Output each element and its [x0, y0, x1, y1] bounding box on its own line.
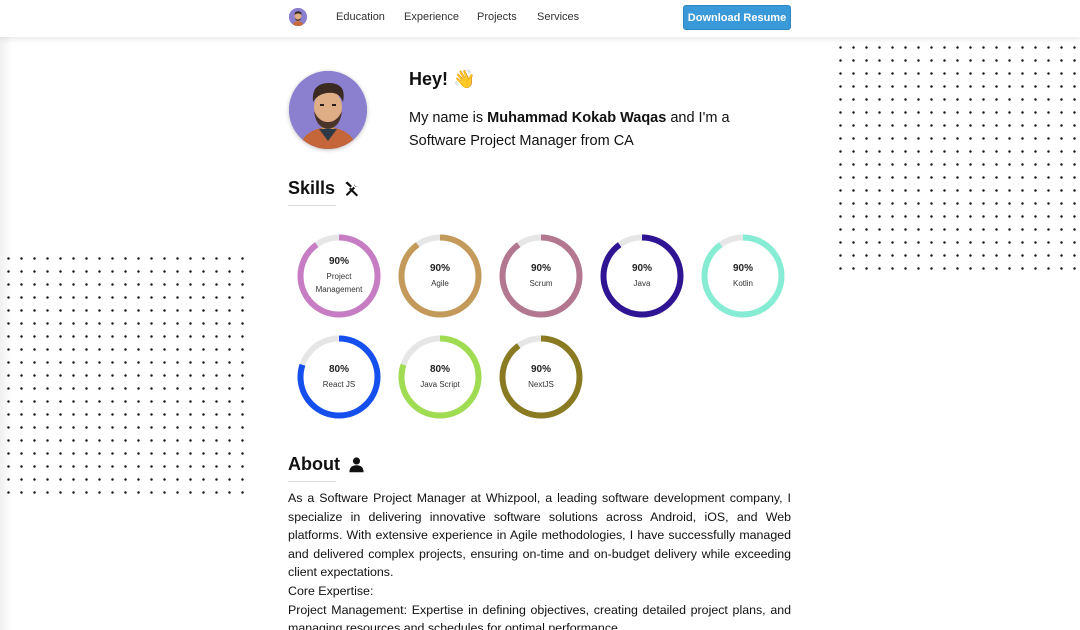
skill-label: Kotlin [732, 279, 753, 288]
skill-ring: 90% Scrum [498, 233, 584, 319]
skill-progress-ring [499, 335, 583, 419]
nav-link-projects[interactable]: Projects [477, 11, 517, 23]
skill-percent: 90% [631, 263, 652, 274]
skill-progress-ring [297, 335, 381, 419]
profile-avatar-icon [289, 71, 367, 149]
about-body: As a Software Project Manager at Whizpoo… [288, 489, 791, 630]
nav-avatar[interactable] [289, 8, 307, 26]
skill-ring: 80% Java Script [397, 334, 483, 420]
skill-percent: 80% [328, 364, 349, 375]
intro-name: Muhammad Kokab Waqas [487, 110, 667, 126]
skill-ring: 80% React JS [296, 334, 382, 420]
tools-icon [345, 181, 359, 196]
skill-progress-ring [600, 234, 684, 318]
intro-prefix: My name is [409, 110, 488, 126]
skill-progress-ring [701, 234, 785, 318]
skills-heading: Skills [288, 178, 361, 199]
skills-title: Skills [288, 178, 336, 198]
skill-progress-ring [499, 234, 583, 318]
skill-ring: 90% Kotlin [700, 233, 786, 319]
decorative-dot-grid-right [830, 0, 1080, 272]
skill-progress-ring [398, 234, 482, 318]
skill-percent: 90% [530, 263, 551, 274]
nav-link-experience[interactable]: Experience [404, 11, 459, 23]
skill-ring: 90% Agile [397, 233, 483, 319]
about-paragraph: As a Software Project Manager at Whizpoo… [288, 491, 791, 580]
skill-percent: 90% [429, 263, 450, 274]
skill-percent: 80% [429, 364, 450, 375]
skills-underline [288, 205, 336, 206]
decorative-dot-grid-left [0, 250, 248, 500]
download-resume-button[interactable]: Download Resume [683, 5, 791, 30]
intro-text: My name is Muhammad Kokab Waqas and I'm … [409, 107, 769, 153]
core-expertise-item: Project Management: Expertise in definin… [288, 602, 791, 630]
about-title: About [288, 454, 340, 474]
skill-label: NextJS [528, 380, 554, 389]
top-navbar: Education Experience Projects Services D… [0, 0, 1080, 37]
skill-ring: 90% Project Management [296, 233, 382, 319]
skill-ring: 90% NextJS [498, 334, 584, 420]
skill-label: Java Script [420, 380, 460, 389]
skill-percent: 90% [530, 364, 551, 375]
nav-link-services[interactable]: Services [537, 11, 579, 23]
greeting-text: Hey! [409, 69, 449, 89]
greeting-heading: Hey! 👋 [409, 69, 475, 90]
skill-percent: 90% [328, 256, 349, 267]
skill-label: Project Management [315, 272, 363, 294]
about-heading: About [288, 454, 365, 475]
skill-progress-ring [398, 335, 482, 419]
nav-link-education[interactable]: Education [336, 11, 385, 23]
skill-label: Scrum [529, 279, 553, 288]
waving-hand-icon: 👋 [453, 69, 476, 89]
user-icon [349, 457, 364, 473]
about-underline [288, 481, 336, 482]
core-expertise-heading: Core Expertise: [288, 583, 374, 598]
avatar-icon [289, 8, 307, 26]
skill-percent: 90% [732, 263, 753, 274]
skill-ring: 90% Java [599, 233, 685, 319]
profile-photo [289, 71, 367, 149]
skill-label: Java [633, 279, 651, 288]
skill-label: React JS [322, 380, 356, 389]
skill-label: Agile [431, 279, 449, 288]
